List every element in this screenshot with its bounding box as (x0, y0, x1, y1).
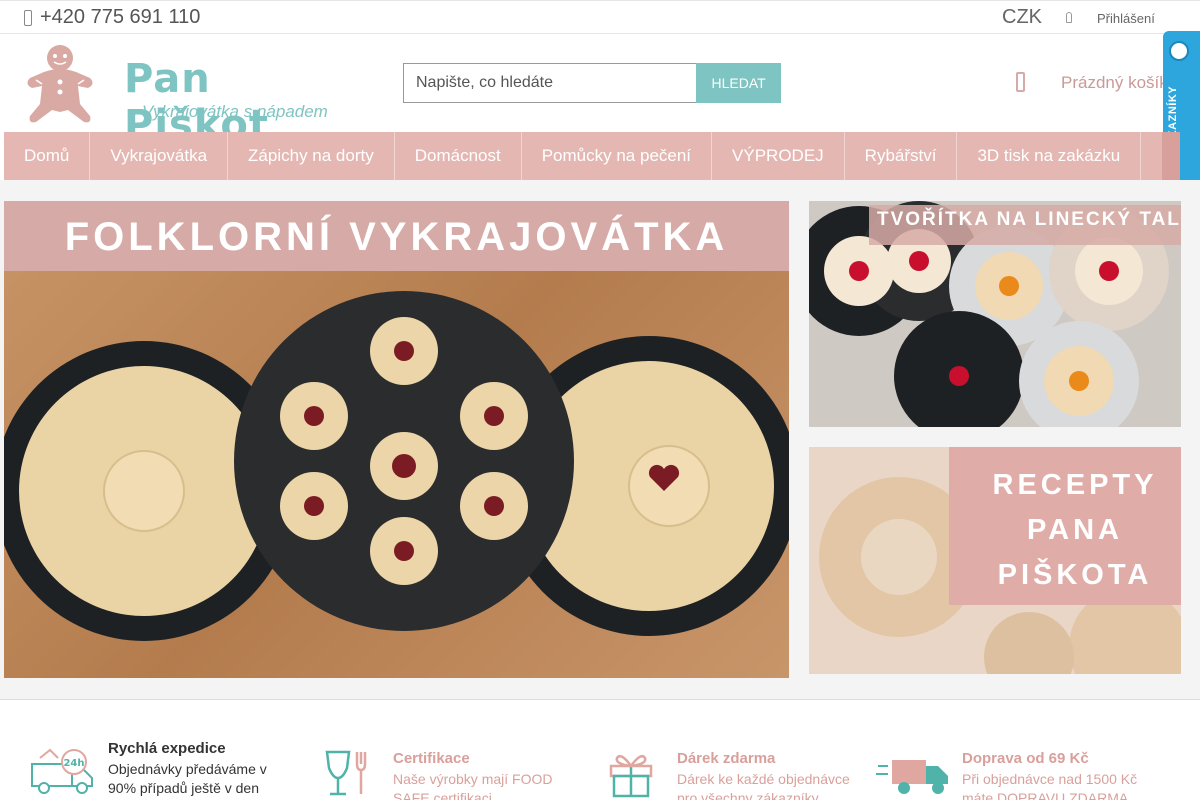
banner-linecke-plate[interactable]: TVOŘÍTKA NA LINECKÝ TALÍŘ (809, 201, 1181, 427)
cookies-on-trays-image (4, 291, 789, 641)
svg-text:24h: 24h (63, 758, 84, 769)
banner-main-title: FOLKLORNÍ VYKRAJOVÁTKA (64, 215, 729, 259)
delivery-24h-icon: 24h (31, 748, 93, 794)
top-bar: +420 775 691 110 CZK Přihlášení (0, 0, 1200, 34)
feature-desc: Naše výrobky mají FOOD SAFE certifikaci (393, 771, 553, 800)
feature-title: Certifikace (393, 750, 470, 767)
nav-item-baking-tools[interactable]: Pomůcky na pečení (522, 132, 713, 180)
nav-item-household[interactable]: Domácnost (395, 132, 522, 180)
feature-title: Dárek zdarma (677, 750, 776, 767)
search-button[interactable]: HLEDAT (696, 63, 781, 103)
cart-label[interactable]: Prázdný košík (1061, 73, 1168, 93)
phone-icon (24, 9, 32, 26)
feature-title: Rychlá expedice (108, 740, 226, 757)
banner-recipes[interactable]: RECEPTY PANA PIŠKOTA (809, 447, 1181, 674)
site-logo[interactable]: Pan Piškot Vykrajovátka s nápadem (24, 42, 364, 148)
feature-title: Doprava od 69 Kč (962, 750, 1089, 767)
site-header: Pan Piškot Vykrajovátka s nápadem HLEDAT… (0, 34, 1200, 148)
truck-icon (876, 760, 948, 794)
nav-item-cake-toppers[interactable]: Zápichy na dorty (228, 132, 395, 180)
main-navigation: Domů Vykrajovátka Zápichy na dorty Domác… (4, 132, 1180, 180)
feature-desc: Při objednávce nad 1500 Kč máte DOPRAVU … (962, 771, 1138, 800)
login-link[interactable]: Přihlášení (1097, 11, 1155, 26)
currency-selector[interactable]: CZK (1002, 6, 1042, 29)
nav-item-home[interactable]: Domů (4, 132, 91, 180)
banner-bottom-title: RECEPTY PANA PIŠKOTA (992, 469, 1158, 591)
features-strip: 24h Rychlá expedice Objednávky předáváme… (0, 700, 1200, 800)
gift-icon (609, 755, 653, 798)
search-input[interactable] (403, 63, 697, 103)
verified-seal-icon (1169, 41, 1189, 61)
nav-item-cutters[interactable]: Vykrajovátka (90, 132, 229, 180)
cart-icon[interactable] (1016, 72, 1025, 92)
nav-more[interactable] (1162, 132, 1180, 180)
banner-top-title: TVOŘÍTKA NA LINECKÝ TALÍŘ (877, 209, 1181, 230)
phone-number: +420 775 691 110 (40, 6, 201, 28)
nav-item-fishing[interactable]: Rybářství (845, 132, 958, 180)
food-safe-icon (325, 750, 367, 796)
feature-desc: Dárek ke každé objednávce pro všechny zá… (677, 771, 850, 800)
gingerbread-man-icon (27, 45, 93, 123)
nav-item-3d-print[interactable]: 3D tisk na zakázku (957, 132, 1142, 180)
feature-desc: Objednávky předáváme v 90% případů ještě… (108, 761, 267, 796)
phone-link[interactable]: +420 775 691 110 (24, 6, 200, 29)
search-form: HLEDAT (403, 63, 781, 103)
banner-folklore-cutters[interactable]: FOLKLORNÍ VYKRAJOVÁTKA (4, 201, 789, 678)
nav-item-sale[interactable]: VÝPRODEJ (712, 132, 845, 180)
user-icon[interactable] (1066, 12, 1072, 23)
logo-tagline: Vykrajovátka s nápadem (142, 102, 328, 121)
